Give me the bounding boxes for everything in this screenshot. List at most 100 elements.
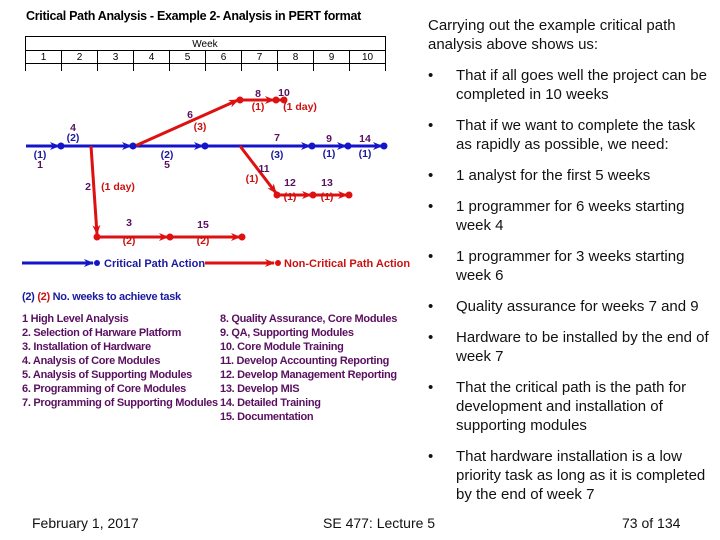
event-node <box>308 142 316 150</box>
event-node <box>129 142 137 150</box>
task-list-left: 1 High Level Analysis 2. Selection of Ha… <box>22 312 218 410</box>
bullet-icon: • <box>428 298 434 315</box>
week-header: Week <box>192 39 218 50</box>
note-bullet-text: That if we want to complete the task as … <box>456 117 696 153</box>
activity-duration-label: (3) <box>194 121 207 133</box>
pert-diagram: Week 1 2 3 4 5 6 7 8 9 10 1(1)4(2)5(2)7(3)9(1)14(… <box>22 36 410 270</box>
footer-page: 73 of 134 <box>622 515 681 531</box>
note-bullet-text: That the critical path is the path for d… <box>456 379 687 434</box>
week-label: 1 <box>41 52 47 63</box>
note-bullet: • 1 programmer for 6 weeks starting week … <box>428 197 713 235</box>
activity-duration-label: (1 day) <box>283 101 317 113</box>
note-bullet-text: That if all goes well the project can be… <box>456 67 707 103</box>
note-bullet: • That if we want to complete the task as… <box>428 116 713 154</box>
note-bullet: • Hardware to be installed by the end of … <box>428 328 713 366</box>
event-node <box>345 191 353 199</box>
activity-duration-label: (1) <box>34 149 47 161</box>
bullet-icon: • <box>428 167 434 184</box>
note-bullet: • 1 programmer for 3 weeks starting week … <box>428 247 713 285</box>
note-bullet-text: Hardware to be installed by the end of w… <box>456 329 709 365</box>
task-item: 7. Programming of Supporting Modules <box>22 397 218 409</box>
key-blue: (2) <box>22 291 35 303</box>
activity-duration-label: (1 day) <box>101 181 135 193</box>
event-node <box>380 142 388 150</box>
week-label: 5 <box>185 52 191 63</box>
note-bullet: • That the critical path is the path for … <box>428 378 713 435</box>
bullet-icon: • <box>428 448 434 465</box>
key-red: (2) <box>37 291 50 303</box>
week-label: 6 <box>221 52 227 63</box>
note-bullet: • 1 analyst for the first 5 weeks <box>428 166 713 185</box>
week-label: 9 <box>329 52 335 63</box>
activity-id-label: 15 <box>197 219 209 231</box>
activity-id-label: 11 <box>258 163 269 175</box>
bullet-icon: • <box>428 248 434 265</box>
bullet-icon: • <box>428 329 434 346</box>
legend-critical-label: Critical Path Action <box>104 258 205 270</box>
footer-course: SE 477: Lecture 5 <box>323 515 436 531</box>
activity-duration-label: (1) <box>359 148 372 160</box>
activity-duration-label: (1) <box>284 191 297 203</box>
note-bullet: • That if all goes well the project can b… <box>428 66 713 104</box>
legend-critical: Critical Path Action <box>22 258 205 270</box>
week-label: 7 <box>257 52 263 63</box>
activity-duration-label: (1) <box>321 191 334 203</box>
task-item: 11. Develop Accounting Reporting <box>220 355 390 367</box>
task-list-right: 8. Quality Assurance, Core Modules 9. QA… <box>220 312 397 424</box>
legend-non-critical: Non-Critical Path Action <box>205 258 410 270</box>
event-node <box>201 142 209 150</box>
note-bullet-text: 1 programmer for 6 weeks starting week 4 <box>456 198 685 234</box>
activity-id-label: 7 <box>274 132 280 144</box>
week-label: 3 <box>113 52 119 63</box>
duration-key: (2) (2) No. weeks to achieve task <box>22 291 181 303</box>
activity-id-label: 10 <box>278 87 290 99</box>
task-item: 2. Selection of Harware Platform <box>22 327 182 339</box>
note-bullet: • That hardware installation is a low pri… <box>428 447 713 504</box>
event-node <box>309 191 317 199</box>
activity-duration-label: (3) <box>271 149 284 161</box>
note-bullet-text: 1 programmer for 3 weeks starting week 6 <box>456 248 685 284</box>
task-item: 15. Documentation <box>220 411 314 423</box>
notes-intro: Carrying out the example critical path a… <box>428 17 676 53</box>
task-item: 13. Develop MIS <box>220 383 300 395</box>
activity-duration-label: (1) <box>246 173 259 185</box>
activity-duration-label: (2) <box>197 235 210 247</box>
event-node <box>57 142 65 150</box>
task-item: 4. Analysis of Core Modules <box>22 355 161 367</box>
task-item: 10. Core Module Training <box>220 341 344 353</box>
week-label: 8 <box>293 52 299 63</box>
task-item: 5. Analysis of Supporting Modules <box>22 369 192 381</box>
task-item: 9. QA, Supporting Modules <box>220 327 354 339</box>
non-critical-arrow <box>89 145 101 235</box>
non-critical-arrow <box>134 98 239 148</box>
activity-id-label: 13 <box>321 177 333 189</box>
activity-id-label: 14 <box>359 133 371 145</box>
bullet-icon: • <box>428 117 434 134</box>
event-node <box>344 142 352 150</box>
event-node <box>236 96 244 104</box>
event-node <box>93 233 101 241</box>
activity-id-label: 2 <box>85 181 91 193</box>
activity-id-label: 9 <box>326 133 332 145</box>
task-item: 14. Detailed Training <box>220 397 321 409</box>
week-label: 10 <box>362 52 374 63</box>
activity-duration-label: (2) <box>161 149 174 161</box>
week-label: 2 <box>77 52 83 63</box>
note-bullet-text: 1 analyst for the first 5 weeks <box>456 167 651 184</box>
activity-id-label: 12 <box>284 177 296 189</box>
footer-date: February 1, 2017 <box>32 515 139 531</box>
activity-duration-label: (1) <box>252 101 265 113</box>
activity-id-label: 8 <box>255 88 261 100</box>
activity-duration-label: (1) <box>323 148 336 160</box>
activity-duration-label: (2) <box>67 132 80 144</box>
task-item: 3. Installation of Hardware <box>22 341 151 353</box>
key-text: No. weeks to achieve task <box>52 291 182 303</box>
bullet-icon: • <box>428 198 434 215</box>
bullet-icon: • <box>428 67 434 84</box>
task-item: 1 High Level Analysis <box>22 313 129 325</box>
notes-panel: Carrying out the example critical path a… <box>428 16 713 516</box>
task-item: 8. Quality Assurance, Core Modules <box>220 313 398 325</box>
note-bullet-text: Quality assurance for weeks 7 and 9 <box>456 298 699 315</box>
note-bullet: • Quality assurance for weeks 7 and 9 <box>428 297 713 316</box>
activity-id-label: 3 <box>126 217 132 229</box>
